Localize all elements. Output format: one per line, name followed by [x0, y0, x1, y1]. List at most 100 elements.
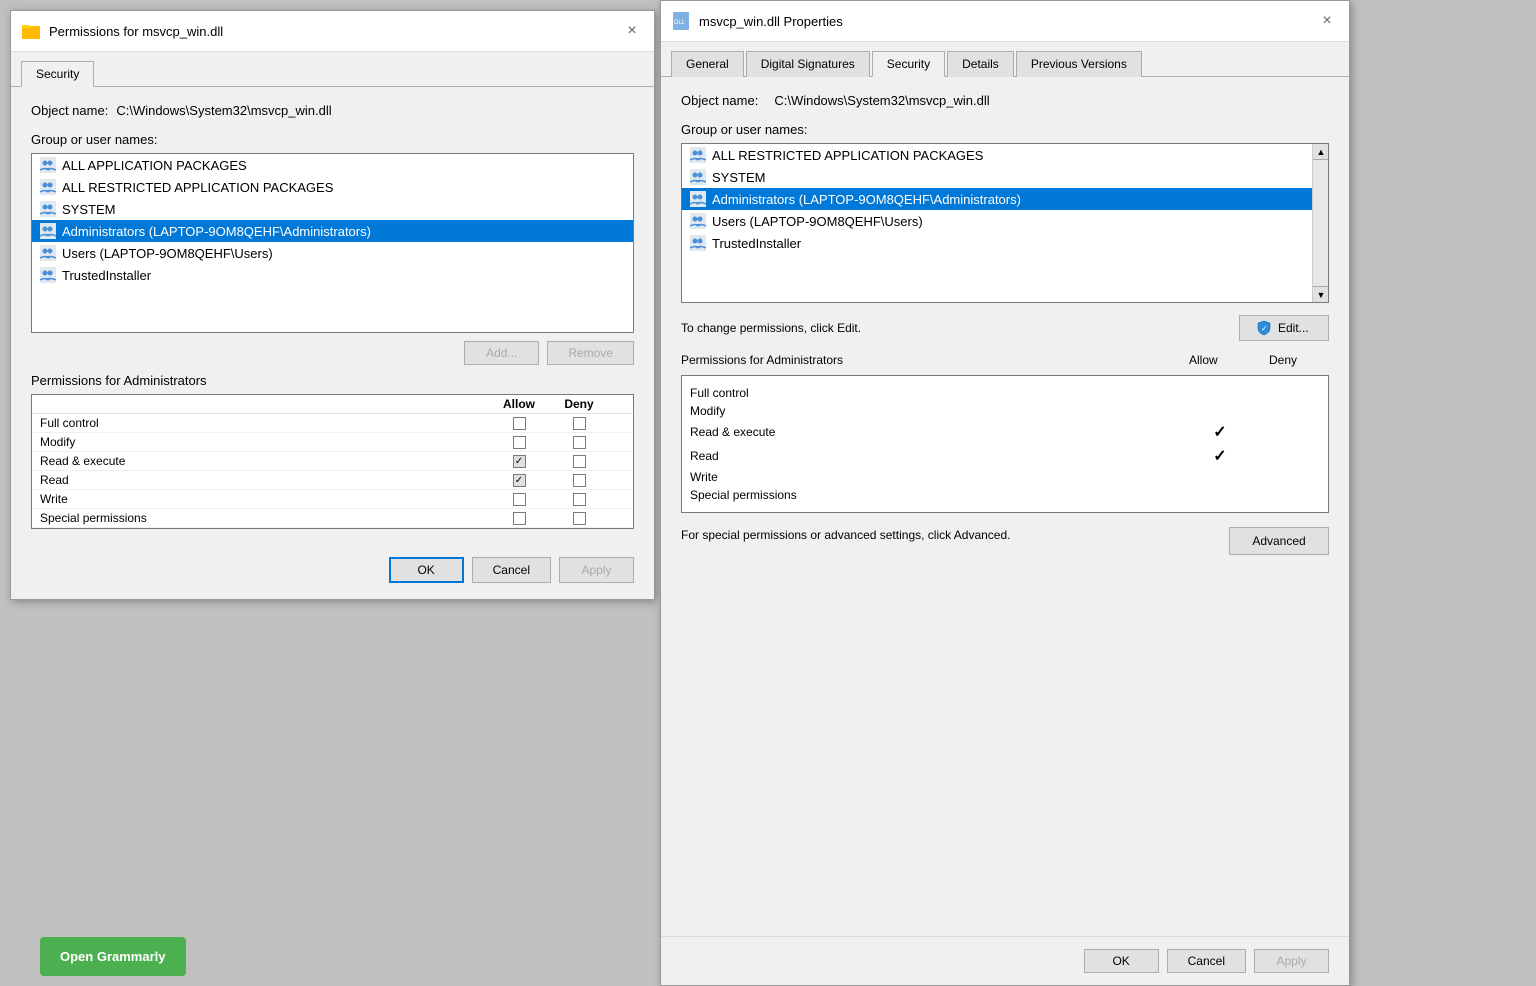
list-item[interactable]: TrustedInstaller	[32, 264, 633, 286]
allow-checkbox[interactable]	[513, 417, 526, 430]
object-name-label-right: Object name:	[681, 93, 758, 108]
cancel-button-left[interactable]: Cancel	[472, 557, 551, 583]
list-item[interactable]: ALL APPLICATION PACKAGES	[32, 154, 633, 176]
deny-checkbox[interactable]	[573, 417, 586, 430]
titlebar-left: Permissions for msvcp_win.dll	[21, 21, 223, 41]
perm-row: Full control	[32, 414, 633, 433]
perm-header: Allow Deny	[32, 395, 633, 414]
scrollbar-right[interactable]: ▲ ▼	[1312, 144, 1328, 302]
titlebar-left-right: DLL msvcp_win.dll Properties	[671, 11, 843, 31]
list-item[interactable]: TrustedInstaller	[682, 232, 1328, 254]
group-icon	[40, 179, 56, 195]
perm-row: Modify	[690, 402, 1320, 420]
perms-for-label: Permissions for Administrators	[681, 353, 1189, 367]
group-icon	[40, 245, 56, 261]
group-icon	[690, 147, 706, 163]
permissions-table-left: Allow Deny Full control Modify Read & ex…	[31, 394, 634, 529]
properties-title: msvcp_win.dll Properties	[699, 14, 843, 29]
list-item[interactable]: SYSTEM	[32, 198, 633, 220]
allow-col-header: Allow	[1189, 353, 1269, 367]
list-item[interactable]: Administrators (LAPTOP-9OM8QEHF\Administ…	[682, 188, 1328, 210]
list-item[interactable]: SYSTEM	[682, 166, 1328, 188]
group-users-label: Group or user names:	[31, 132, 634, 147]
tab-previous-versions[interactable]: Previous Versions	[1016, 51, 1142, 77]
perm-row: Read & execute ✓	[690, 420, 1320, 444]
deny-checkbox[interactable]	[573, 436, 586, 449]
dll-icon: DLL	[671, 11, 691, 31]
deny-header: Deny	[549, 397, 609, 411]
object-name-row: Object name: C:\Windows\System32\msvcp_w…	[31, 103, 634, 118]
edit-button[interactable]: ✓ Edit...	[1239, 315, 1329, 341]
group-icon	[40, 267, 56, 283]
allow-checkbox[interactable]	[513, 493, 526, 506]
object-name-value: C:\Windows\System32\msvcp_win.dll	[116, 103, 331, 118]
group-icon	[690, 191, 706, 207]
perm-row: Write	[32, 490, 633, 509]
group-icon	[40, 223, 56, 239]
perm-row: Read & execute ✓	[32, 452, 633, 471]
left-tab-bar: Security	[11, 52, 654, 87]
permissions-dialog: Permissions for msvcp_win.dll × Security…	[10, 10, 655, 600]
allow-header: Allow	[489, 397, 549, 411]
allow-checkbox[interactable]: ✓	[513, 474, 526, 487]
object-name-value-right: C:\Windows\System32\msvcp_win.dll	[774, 93, 989, 108]
remove-button[interactable]: Remove	[547, 341, 634, 365]
scroll-down-arrow[interactable]: ▼	[1313, 286, 1329, 302]
list-item[interactable]: ALL RESTRICTED APPLICATION PACKAGES	[32, 176, 633, 198]
scroll-up-arrow[interactable]: ▲	[1313, 144, 1329, 160]
permissions-for-label: Permissions for Administrators	[31, 373, 634, 388]
cancel-button-right[interactable]: Cancel	[1167, 949, 1246, 973]
group-icon	[690, 235, 706, 251]
perm-row: Write	[690, 468, 1320, 486]
allow-checkbox[interactable]	[513, 512, 526, 525]
permissions-titlebar: Permissions for msvcp_win.dll ×	[11, 11, 654, 52]
allow-checkbox[interactable]: ✓	[513, 455, 526, 468]
allow-checkbox[interactable]	[513, 436, 526, 449]
deny-checkbox[interactable]	[573, 455, 586, 468]
tab-details[interactable]: Details	[947, 51, 1014, 77]
users-listbox-left[interactable]: ALL APPLICATION PACKAGES ALL RESTRICTED …	[31, 153, 634, 333]
deny-checkbox[interactable]	[573, 512, 586, 525]
group-icon	[40, 157, 56, 173]
perms-section-header-row: Permissions for Administrators Allow Den…	[681, 353, 1329, 367]
ok-button-right[interactable]: OK	[1084, 949, 1159, 973]
apply-button-left[interactable]: Apply	[559, 557, 634, 583]
tab-digital-signatures[interactable]: Digital Signatures	[746, 51, 870, 77]
deny-checkbox[interactable]	[573, 493, 586, 506]
add-remove-row: Add... Remove	[31, 341, 634, 365]
tab-security-right[interactable]: Security	[872, 51, 945, 77]
folder-icon	[21, 21, 41, 41]
permissions-title: Permissions for msvcp_win.dll	[49, 24, 223, 39]
object-name-row-right: Object name: C:\Windows\System32\msvcp_w…	[681, 93, 1329, 108]
properties-content: Object name: C:\Windows\System32\msvcp_w…	[661, 77, 1349, 571]
list-item[interactable]: Administrators (LAPTOP-9OM8QEHF\Administ…	[32, 220, 633, 242]
list-item[interactable]: ALL RESTRICTED APPLICATION PACKAGES	[682, 144, 1328, 166]
svg-text:DLL: DLL	[674, 20, 686, 26]
permissions-section-right: Full control Modify Read & execute ✓ Rea…	[681, 375, 1329, 513]
props-tab-bar: General Digital Signatures Security Deta…	[661, 42, 1349, 77]
list-item[interactable]: Users (LAPTOP-9OM8QEHF\Users)	[32, 242, 633, 264]
perm-row: Read ✓	[690, 444, 1320, 468]
change-perms-row: To change permissions, click Edit. ✓ Edi…	[681, 315, 1329, 341]
properties-close-button[interactable]: ×	[1315, 9, 1339, 33]
permissions-close-button[interactable]: ×	[620, 19, 644, 43]
perm-row: Special permissions	[690, 486, 1320, 504]
advanced-text: For special permissions or advanced sett…	[681, 527, 1011, 544]
users-listbox-right[interactable]: ALL RESTRICTED APPLICATION PACKAGES SYST…	[681, 143, 1329, 303]
tab-general[interactable]: General	[671, 51, 744, 77]
group-icon	[690, 213, 706, 229]
add-button[interactable]: Add...	[464, 341, 539, 365]
change-perms-text: To change permissions, click Edit.	[681, 321, 861, 335]
advanced-button[interactable]: Advanced	[1229, 527, 1329, 555]
grammarly-button[interactable]: Open Grammarly	[40, 937, 186, 976]
list-item[interactable]: Users (LAPTOP-9OM8QEHF\Users)	[682, 210, 1328, 232]
apply-button-right[interactable]: Apply	[1254, 949, 1329, 973]
shield-icon: ✓	[1256, 320, 1272, 336]
deny-checkbox[interactable]	[573, 474, 586, 487]
perm-row: Special permissions	[32, 509, 633, 528]
permissions-content: Object name: C:\Windows\System32\msvcp_w…	[11, 87, 654, 545]
ok-button-left[interactable]: OK	[389, 557, 464, 583]
perm-row: Read ✓	[32, 471, 633, 490]
tab-security-left[interactable]: Security	[21, 61, 94, 87]
left-bottom-btns: OK Cancel Apply	[11, 545, 654, 599]
